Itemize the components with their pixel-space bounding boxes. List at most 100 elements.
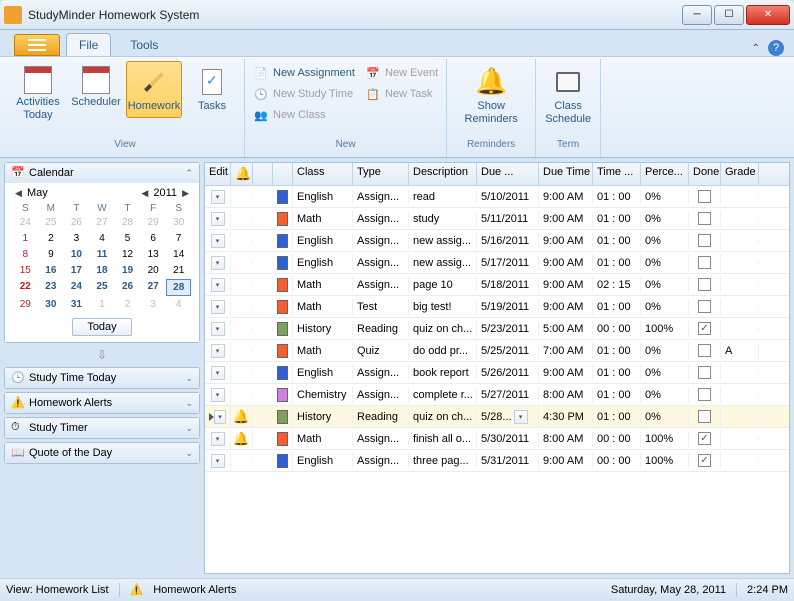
- edit-dropdown[interactable]: ▾: [211, 366, 225, 380]
- table-row[interactable]: ▾ChemistryAssign...complete r...5/27/201…: [205, 384, 789, 406]
- show-reminders-button[interactable]: 🔔Show Reminders: [451, 61, 531, 131]
- edit-dropdown[interactable]: ▾: [211, 322, 225, 336]
- tab-file[interactable]: File: [66, 33, 111, 56]
- edit-dropdown[interactable]: ▾: [211, 234, 225, 248]
- calendar-day[interactable]: 12: [115, 247, 140, 262]
- calendar-day[interactable]: 28: [115, 215, 140, 230]
- table-row[interactable]: ▾MathAssign...page 105/18/20119:00 AM02 …: [205, 274, 789, 296]
- edit-dropdown[interactable]: ▾: [211, 454, 225, 468]
- study-timer-panel-header[interactable]: ⏱Study Timer⌄: [5, 418, 199, 438]
- calendar-day[interactable]: 21: [166, 263, 191, 278]
- new-event-button[interactable]: 📅New Event: [361, 63, 442, 83]
- calendar-day[interactable]: 23: [39, 279, 64, 296]
- calendar-day[interactable]: 22: [13, 279, 38, 296]
- col-due-time[interactable]: Due Time: [539, 163, 593, 185]
- col-type[interactable]: Type: [353, 163, 409, 185]
- calendar-day[interactable]: 10: [64, 247, 89, 262]
- edit-dropdown[interactable]: ▾: [211, 256, 225, 270]
- done-checkbox[interactable]: [698, 344, 711, 357]
- calendar-day[interactable]: 3: [64, 231, 89, 246]
- activities-today-button[interactable]: Activities Today: [10, 61, 66, 127]
- new-task-button[interactable]: 📋New Task: [361, 84, 442, 104]
- calendar-day[interactable]: 9: [39, 247, 64, 262]
- calendar-day[interactable]: 28: [166, 279, 191, 296]
- calendar-day[interactable]: 4: [90, 231, 115, 246]
- calendar-day[interactable]: 31: [64, 297, 89, 312]
- done-checkbox[interactable]: [698, 234, 711, 247]
- new-assignment-button[interactable]: 📄New Assignment: [249, 63, 359, 83]
- calendar-day[interactable]: 20: [141, 263, 166, 278]
- edit-dropdown[interactable]: ▾: [211, 190, 225, 204]
- done-checkbox[interactable]: ✓: [698, 454, 711, 467]
- calendar-day[interactable]: 29: [141, 215, 166, 230]
- collapse-ribbon-button[interactable]: ⌃: [752, 43, 760, 54]
- class-schedule-button[interactable]: Class Schedule: [540, 61, 596, 131]
- calendar-day[interactable]: 25: [90, 279, 115, 296]
- col-due-date[interactable]: Due ...: [477, 163, 539, 185]
- table-row[interactable]: ▾🔔MathAssign...finish all o...5/30/20118…: [205, 428, 789, 450]
- col-class[interactable]: Class: [293, 163, 353, 185]
- tasks-button[interactable]: Tasks: [184, 61, 240, 118]
- col-grade[interactable]: Grade: [721, 163, 759, 185]
- table-row[interactable]: ▾EnglishAssign...three pag...5/31/20119:…: [205, 450, 789, 472]
- table-row[interactable]: ▾🔔HistoryReadingquiz on ch...5/28... ▾4:…: [205, 406, 789, 428]
- col-indicator[interactable]: [253, 163, 273, 185]
- table-row[interactable]: ▾EnglishAssign...read5/10/20119:00 AM01 …: [205, 186, 789, 208]
- table-row[interactable]: ▾EnglishAssign...book report5/26/20119:0…: [205, 362, 789, 384]
- calendar-day[interactable]: 24: [64, 279, 89, 296]
- calendar-header[interactable]: 📅 Calendar ⌃: [5, 163, 199, 183]
- col-edit[interactable]: Edit: [205, 163, 231, 185]
- edit-dropdown[interactable]: ▾: [214, 410, 226, 424]
- done-checkbox[interactable]: ✓: [698, 432, 711, 445]
- calendar-day[interactable]: 27: [141, 279, 166, 296]
- homework-button[interactable]: Homework: [126, 61, 182, 118]
- today-button[interactable]: Today: [72, 318, 131, 336]
- table-row[interactable]: ▾EnglishAssign...new assig...5/17/20119:…: [205, 252, 789, 274]
- calendar-day[interactable]: 2: [39, 231, 64, 246]
- calendar-day[interactable]: 25: [39, 215, 64, 230]
- calendar-day[interactable]: 17: [64, 263, 89, 278]
- calendar-day[interactable]: 2: [115, 297, 140, 312]
- edit-dropdown[interactable]: ▾: [211, 300, 225, 314]
- col-reminder[interactable]: 🔔: [231, 163, 253, 185]
- done-checkbox[interactable]: [698, 388, 711, 401]
- edit-dropdown[interactable]: ▾: [211, 388, 225, 402]
- table-row[interactable]: ▾HistoryReadingquiz on ch...5/23/20115:0…: [205, 318, 789, 340]
- help-button[interactable]: ?: [768, 40, 784, 56]
- edit-dropdown[interactable]: ▾: [211, 278, 225, 292]
- calendar-day[interactable]: 24: [13, 215, 38, 230]
- done-checkbox[interactable]: [698, 256, 711, 269]
- date-dropdown[interactable]: ▾: [514, 410, 528, 424]
- edit-dropdown[interactable]: ▾: [211, 344, 225, 358]
- minimize-button[interactable]: ─: [682, 5, 712, 25]
- calendar-day[interactable]: 6: [141, 231, 166, 246]
- calendar-day[interactable]: 27: [90, 215, 115, 230]
- edit-dropdown[interactable]: ▾: [211, 212, 225, 226]
- calendar-day[interactable]: 16: [39, 263, 64, 278]
- col-description[interactable]: Description: [409, 163, 477, 185]
- table-row[interactable]: ▾EnglishAssign...new assig...5/16/20119:…: [205, 230, 789, 252]
- done-checkbox[interactable]: [698, 278, 711, 291]
- col-color[interactable]: [273, 163, 293, 185]
- calendar-day[interactable]: 26: [64, 215, 89, 230]
- prev-month-button[interactable]: ◀: [13, 188, 24, 198]
- table-row[interactable]: ▾MathQuizdo odd pr...5/25/20117:00 AM01 …: [205, 340, 789, 362]
- calendar-day[interactable]: 14: [166, 247, 191, 262]
- homework-alerts-panel-header[interactable]: ⚠️Homework Alerts⌄: [5, 393, 199, 413]
- calendar-day[interactable]: 19: [115, 263, 140, 278]
- calendar-day[interactable]: 4: [166, 297, 191, 312]
- done-checkbox[interactable]: [698, 300, 711, 313]
- app-menu-button[interactable]: [14, 34, 60, 56]
- table-row[interactable]: ▾MathAssign...study5/11/20119:00 AM01 : …: [205, 208, 789, 230]
- calendar-day[interactable]: 5: [115, 231, 140, 246]
- new-class-button[interactable]: 👥New Class: [249, 105, 359, 125]
- calendar-day[interactable]: 7: [166, 231, 191, 246]
- calendar-day[interactable]: 30: [39, 297, 64, 312]
- close-button[interactable]: ✕: [746, 5, 790, 25]
- table-row[interactable]: ▾MathTestbig test!5/19/20119:00 AM01 : 0…: [205, 296, 789, 318]
- calendar-day[interactable]: 26: [115, 279, 140, 296]
- new-study-time-button[interactable]: 🕒New Study Time: [249, 84, 359, 104]
- done-checkbox[interactable]: ✓: [698, 322, 711, 335]
- col-time-est[interactable]: Time ...: [593, 163, 641, 185]
- calendar-day[interactable]: 30: [166, 215, 191, 230]
